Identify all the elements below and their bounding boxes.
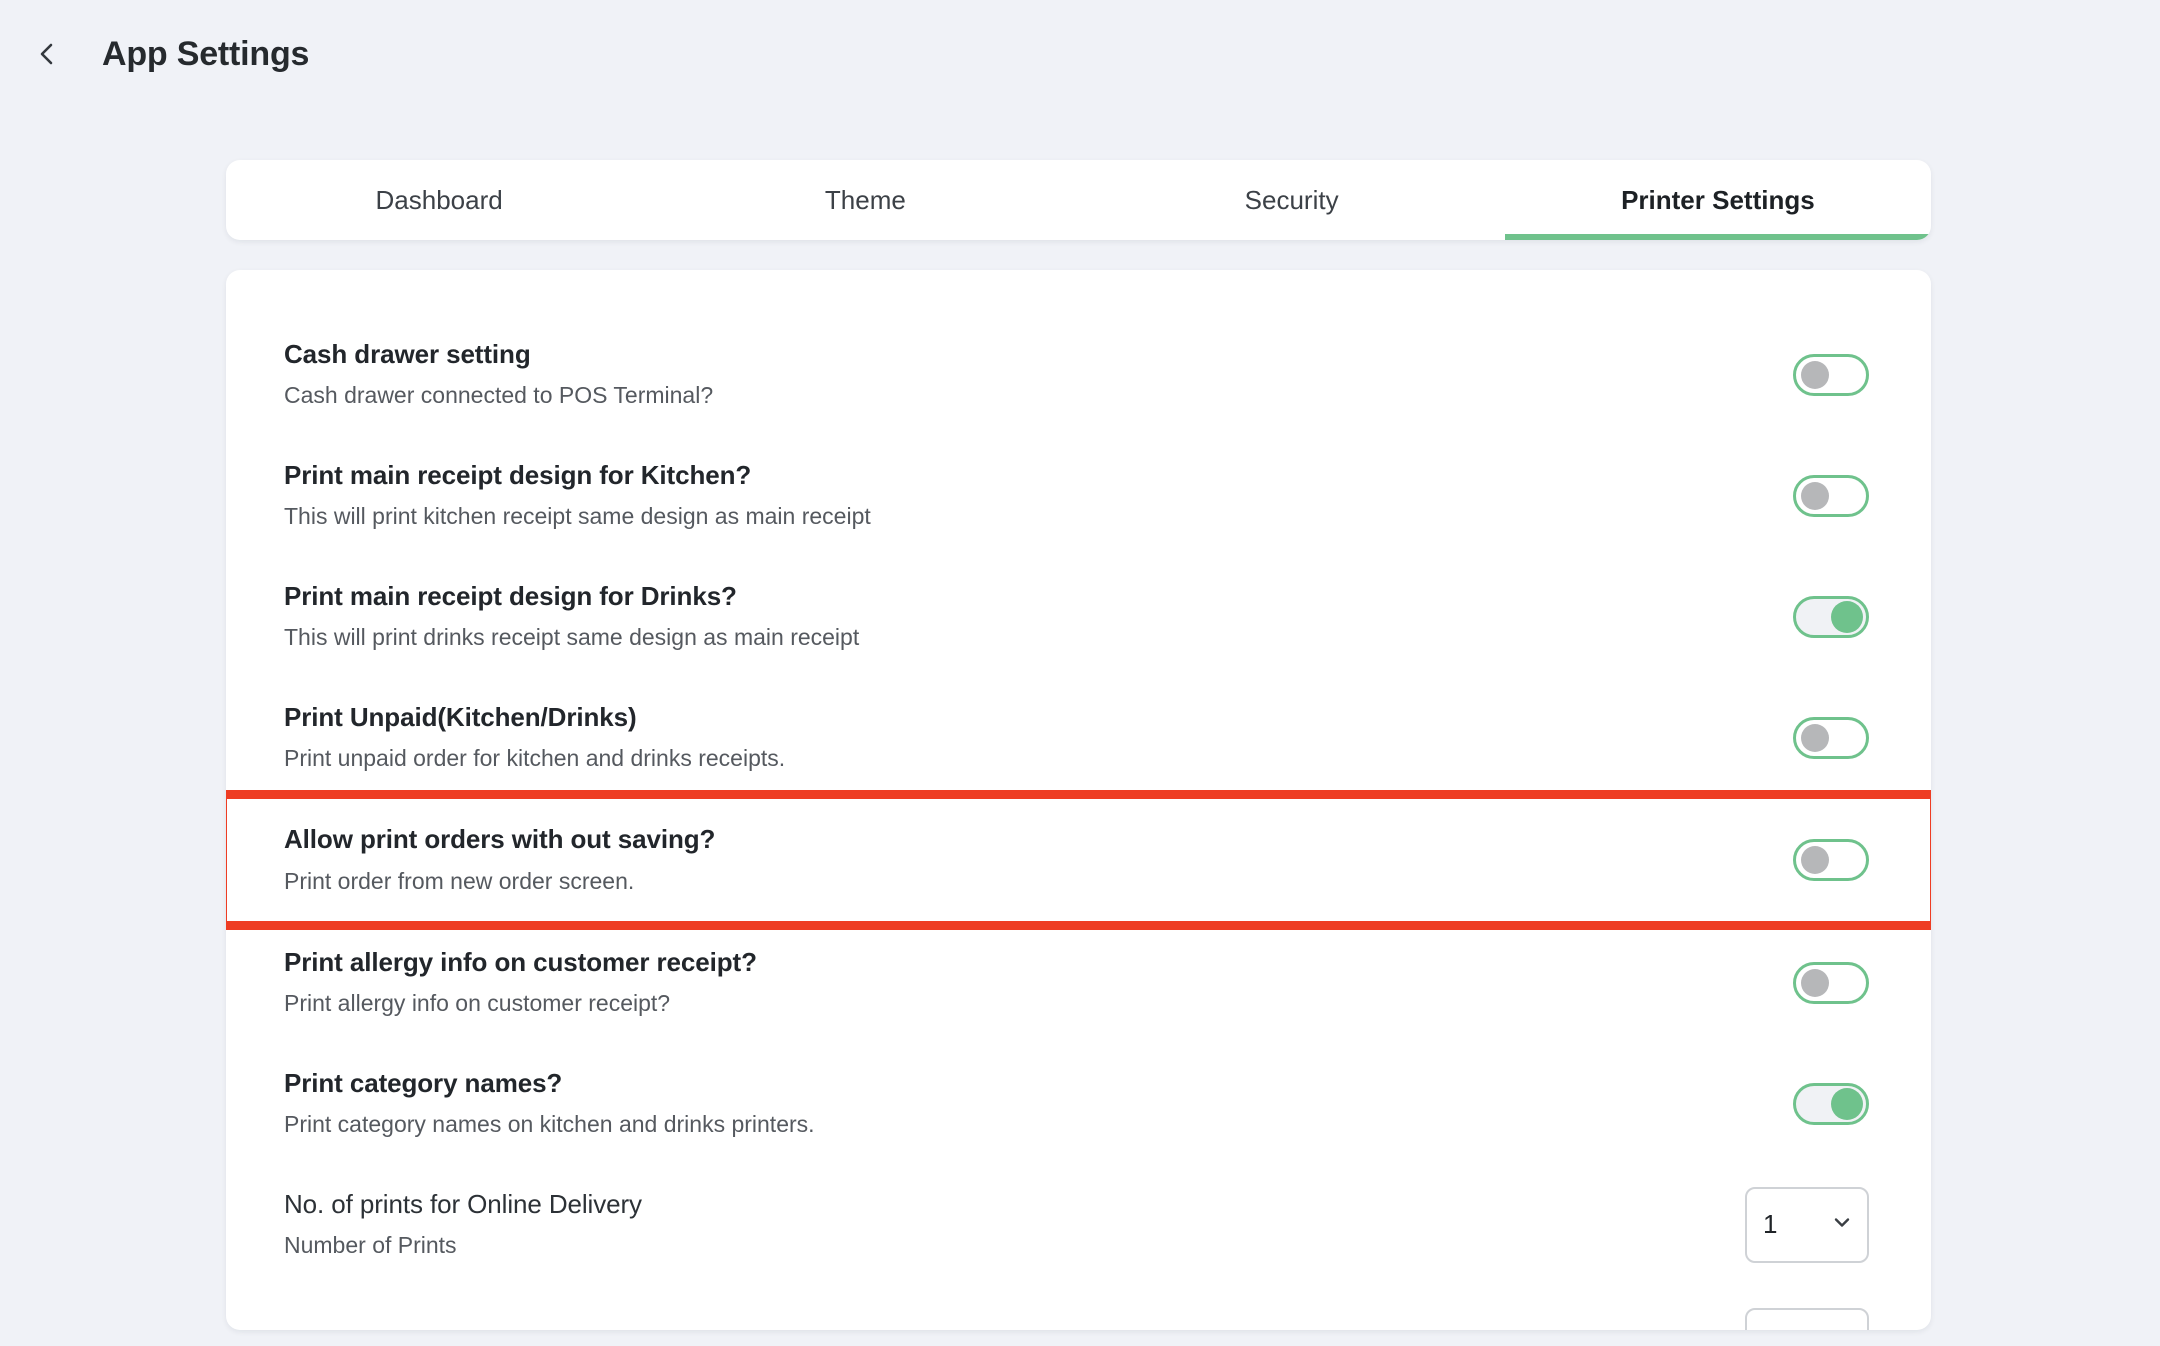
toggle-knob [1801, 481, 1829, 510]
setting-subtitle: Cash drawer connected to POS Terminal? [284, 382, 714, 409]
setting-row: Print Unpaid(Kitchen/Drinks) Print unpaid… [226, 677, 1931, 798]
setting-text-block: Print main receipt design for Kitchen? Th… [284, 459, 871, 532]
toggle-knob [1831, 1087, 1863, 1120]
setting-toggle[interactable] [1793, 474, 1869, 517]
setting-row: No. of prints for Online Delivery Number … [226, 1164, 1931, 1285]
select-value: 1 [1763, 1209, 1778, 1239]
setting-title: No. of prints for Online Delivery [284, 1188, 642, 1219]
setting-toggle[interactable] [1793, 595, 1869, 638]
setting-title: Print Unpaid(Kitchen/Drinks) [284, 701, 637, 732]
number-of-prints-select[interactable]: 1 [1745, 1186, 1869, 1263]
setting-toggle[interactable] [1793, 353, 1869, 396]
setting-toggle[interactable] [1793, 1082, 1869, 1125]
tab-security[interactable]: Security [1079, 160, 1505, 240]
setting-text-block: Print category names? Print category name… [284, 1067, 815, 1140]
setting-text-block: Cash drawer setting Cash drawer connected… [284, 338, 713, 411]
setting-text-block: Print allergy info on customer receipt? P… [284, 946, 757, 1019]
toggle-knob [1801, 723, 1829, 752]
tab-printer-settings[interactable]: Printer Settings [1504, 160, 1931, 240]
toggle-knob [1801, 360, 1829, 389]
setting-subtitle: Number of Prints [284, 1232, 457, 1259]
setting-title: Allow print orders with out saving? [284, 824, 716, 855]
setting-row: Cash drawer setting Cash drawer connected… [226, 314, 1931, 435]
setting-text-block: Print main receipt design for Drinks? Thi… [284, 580, 859, 653]
setting-toggle[interactable] [1793, 716, 1869, 759]
app-settings-page: App Settings Dashboard Theme Security Print… [0, 0, 2160, 1346]
setting-subtitle: This will print kitchen receipt same des… [284, 503, 871, 530]
toggle-knob [1801, 846, 1829, 874]
setting-subtitle: This will print drinks receipt same desi… [284, 624, 860, 651]
back-button[interactable] [20, 27, 74, 81]
setting-subtitle: Print order from new order screen. [284, 867, 635, 894]
setting-row: Print main receipt design for Drinks? Thi… [226, 556, 1931, 677]
setting-title: Print main receipt design for Drinks? [284, 580, 737, 611]
page-header: App Settings [0, 0, 2160, 108]
setting-text-block: Print Unpaid(Kitchen/Drinks) Print unpaid… [284, 701, 785, 774]
tab-dashboard[interactable]: Dashboard [226, 160, 652, 240]
setting-text-block: No. of prints for Online Delivery Number … [284, 1188, 642, 1261]
number-of-prints-select-secondary[interactable] [1745, 1308, 1869, 1330]
chevron-left-icon [34, 41, 60, 67]
setting-title: Print category names? [284, 1067, 563, 1098]
toggle-knob [1831, 600, 1863, 633]
setting-row: Print main receipt design for Kitchen? Th… [226, 435, 1931, 556]
setting-subtitle: Print unpaid order for kitchen and drink… [284, 745, 786, 772]
tab-bar: Dashboard Theme Security Printer Settings [226, 160, 1931, 240]
setting-subtitle: Print allergy info on customer receipt? [284, 990, 671, 1017]
settings-list: Cash drawer setting Cash drawer connected… [226, 270, 1931, 1285]
chevron-down-icon [1831, 1209, 1853, 1240]
setting-text-block: Allow print orders with out saving? Print… [284, 823, 715, 896]
page-title: App Settings [102, 34, 310, 73]
toggle-knob [1801, 968, 1829, 997]
setting-title: Cash drawer setting [284, 338, 531, 369]
settings-card: Cash drawer setting Cash drawer connected… [226, 270, 1931, 1330]
setting-row: Allow print orders with out saving? Print… [226, 790, 1931, 930]
setting-title: Print main receipt design for Kitchen? [284, 459, 752, 490]
setting-subtitle: Print category names on kitchen and drin… [284, 1111, 815, 1138]
setting-row: Print allergy info on customer receipt? P… [226, 922, 1931, 1043]
setting-title: Print allergy info on customer receipt? [284, 946, 757, 977]
setting-toggle[interactable] [1793, 839, 1869, 881]
tab-theme[interactable]: Theme [652, 160, 1078, 240]
setting-toggle[interactable] [1793, 961, 1869, 1004]
select-wrapper: 1 [1745, 1186, 1869, 1263]
setting-row: Print category names? Print category name… [226, 1043, 1931, 1164]
